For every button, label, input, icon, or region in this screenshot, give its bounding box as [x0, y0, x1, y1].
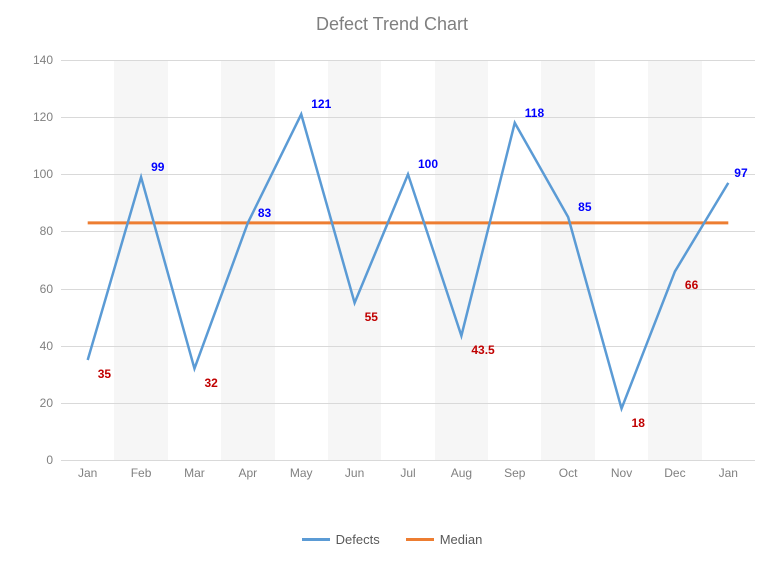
legend-swatch-median — [406, 538, 434, 541]
x-tick-label: Jan — [78, 460, 97, 480]
x-tick-label: Mar — [184, 460, 205, 480]
legend-label-defects: Defects — [336, 532, 380, 547]
legend-swatch-defects — [302, 538, 330, 541]
data-label: 97 — [734, 166, 747, 180]
y-tick-label: 80 — [40, 224, 61, 238]
y-tick-label: 60 — [40, 282, 61, 296]
x-tick-label: Feb — [131, 460, 152, 480]
data-label: 55 — [365, 310, 378, 324]
data-label: 99 — [151, 160, 164, 174]
y-tick-label: 20 — [40, 396, 61, 410]
x-tick-label: Jan — [719, 460, 738, 480]
data-label: 118 — [525, 106, 544, 120]
x-tick-label: Apr — [239, 460, 258, 480]
data-label: 32 — [204, 376, 217, 390]
plot-area: 020406080100120140JanFebMarAprMayJunJulA… — [61, 60, 755, 460]
chart-lines — [61, 60, 755, 460]
x-tick-label: Nov — [611, 460, 632, 480]
data-label: 66 — [685, 278, 698, 292]
x-tick-label: Oct — [559, 460, 578, 480]
data-label: 35 — [98, 367, 111, 381]
x-tick-label: Aug — [451, 460, 472, 480]
data-label: 43.5 — [471, 343, 494, 357]
y-tick-label: 140 — [33, 53, 61, 67]
data-label: 85 — [578, 200, 591, 214]
y-tick-label: 40 — [40, 339, 61, 353]
legend-item-defects: Defects — [302, 532, 380, 547]
defect-trend-chart: Defect Trend Chart 020406080100120140Jan… — [0, 0, 784, 563]
y-tick-label: 100 — [33, 167, 61, 181]
legend-item-median: Median — [406, 532, 483, 547]
x-tick-label: May — [290, 460, 313, 480]
chart-title: Defect Trend Chart — [0, 14, 784, 35]
x-tick-label: Sep — [504, 460, 525, 480]
data-label: 100 — [418, 157, 438, 171]
series-defects-line — [88, 114, 729, 408]
data-label: 83 — [258, 206, 271, 220]
legend-label-median: Median — [440, 532, 483, 547]
legend: Defects Median — [0, 532, 784, 547]
y-tick-label: 120 — [33, 110, 61, 124]
data-label: 18 — [632, 416, 645, 430]
data-label: 121 — [311, 97, 331, 111]
x-tick-label: Jun — [345, 460, 364, 480]
x-tick-label: Jul — [400, 460, 415, 480]
y-tick-label: 0 — [46, 453, 61, 467]
x-tick-label: Dec — [664, 460, 685, 480]
